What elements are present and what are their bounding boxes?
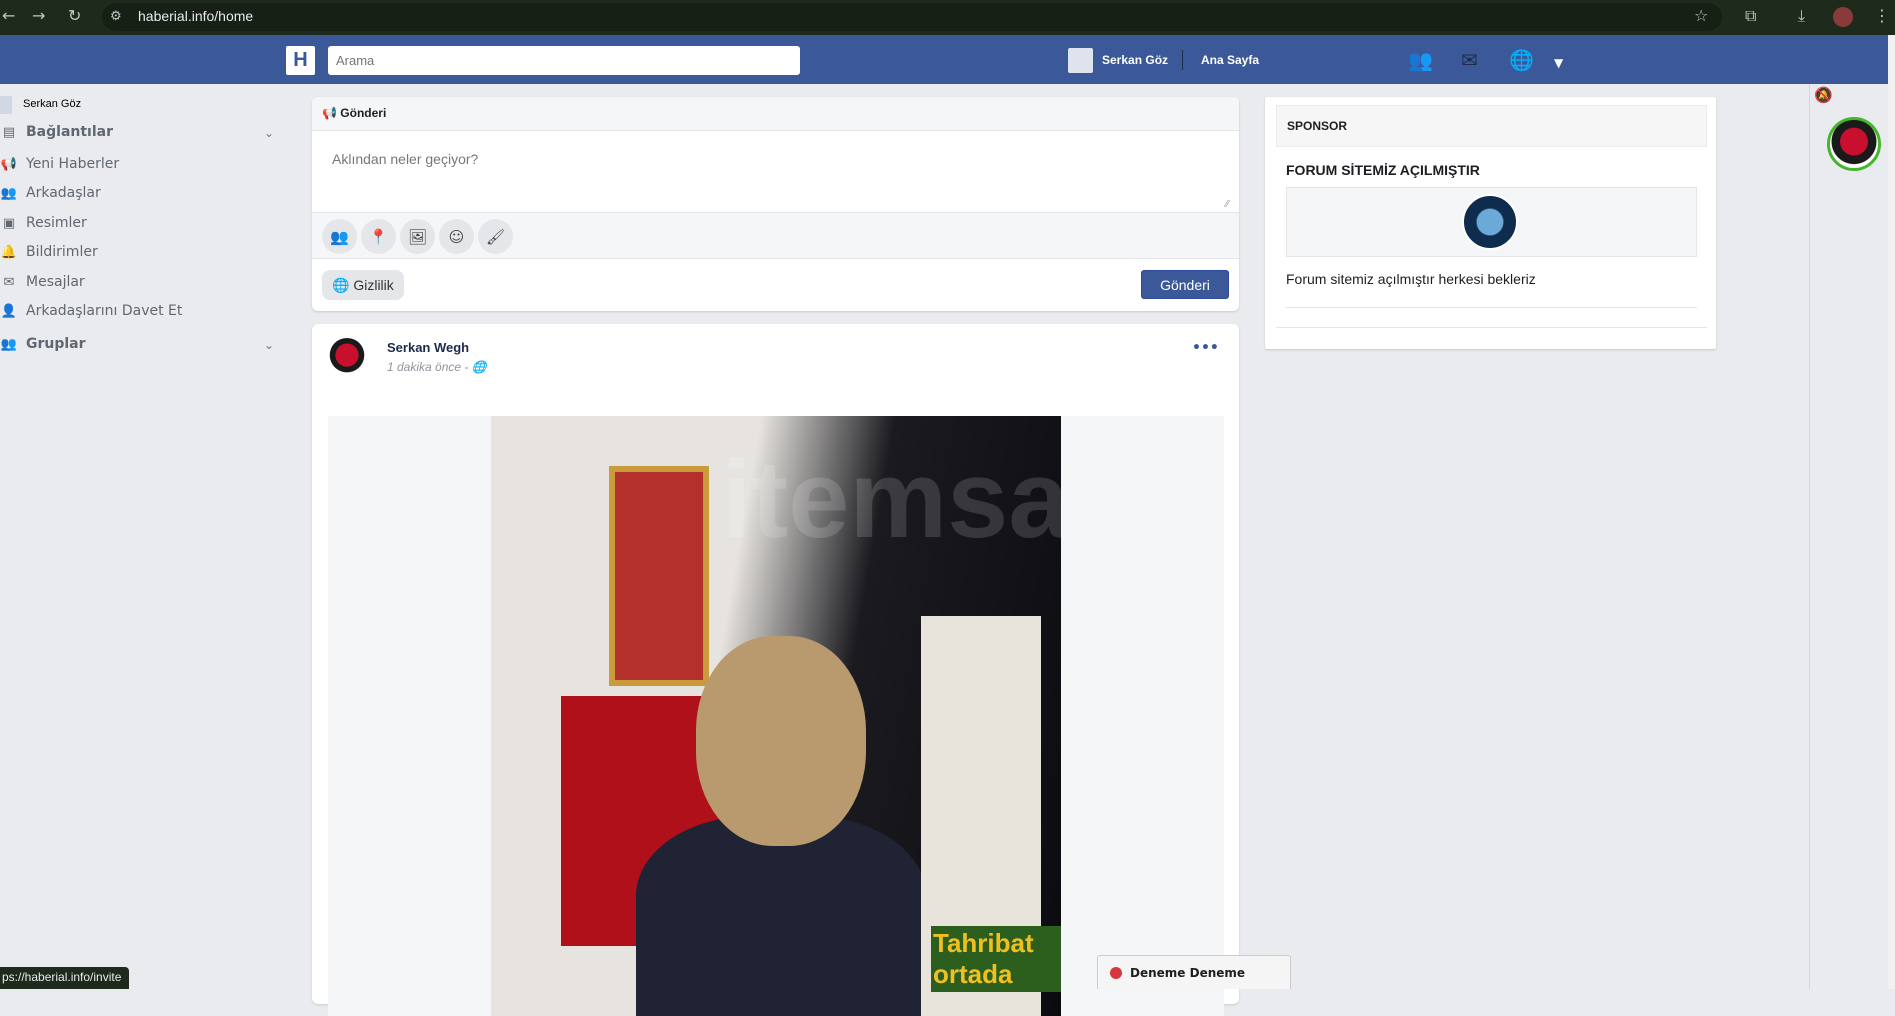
chat-name: Deneme Deneme [1130, 965, 1246, 980]
profile-avatar[interactable] [1833, 7, 1853, 27]
forward-icon[interactable]: → [32, 6, 45, 25]
item-label: Arkadaşlarını Davet Et [26, 303, 183, 319]
user-plus-icon: 👤 [0, 303, 18, 319]
megaphone-icon: 📢 [322, 106, 341, 120]
image-upload-icon[interactable]: 🖼 [400, 219, 435, 254]
sponsor-widget: SPONSOR FORUM SİTEMİZ AÇILMIŞTIR Forum s… [1265, 97, 1716, 349]
privacy-button[interactable]: 🌐 Gizlilik [322, 270, 404, 300]
item-label: Arkadaşlar [26, 185, 101, 201]
chat-sidebar [1809, 84, 1888, 989]
back-icon[interactable]: ← [2, 6, 15, 25]
image-icon: ▣ [2, 215, 16, 231]
sidebar-section-baglantilar[interactable]: ▤ Bağlantılar [0, 124, 113, 140]
section-label: Gruplar [26, 336, 86, 352]
paintbrush-icon[interactable]: 🖌 [478, 219, 513, 254]
menu-icon[interactable]: ⋮ [1874, 6, 1890, 25]
post-time: 1 dakika önce - 🌐 [387, 360, 487, 374]
extensions-icon[interactable]: ⧉ [1745, 6, 1756, 26]
megaphone-icon: 📢 [0, 156, 18, 172]
divider [1286, 307, 1697, 308]
sponsor-title[interactable]: FORUM SİTEMİZ AÇILMIŞTIR [1286, 162, 1480, 178]
link-status-bar: ps://haberial.info/invite [0, 967, 129, 989]
user-avatar[interactable] [1068, 48, 1093, 73]
users-icon: 👥 [0, 185, 18, 201]
site-settings-icon[interactable]: ⚙ [110, 8, 122, 24]
sidebar-section-gruplar[interactable]: 👥 Gruplar [0, 336, 86, 352]
framed-portrait [609, 466, 709, 686]
site-logo[interactable]: H [286, 46, 315, 75]
address-bar[interactable]: ⚙ haberial.info/home [102, 3, 1722, 31]
forum-logo [1462, 194, 1518, 250]
download-icon[interactable]: ⤓ [1798, 6, 1805, 26]
bust-head [696, 636, 866, 846]
url-text: haberial.info/home [138, 8, 254, 24]
divider [1276, 327, 1707, 328]
sidebar-item-resimler[interactable]: ▣ Resimler [0, 215, 87, 231]
bell-icon: 🔔 [0, 244, 18, 260]
sidebar-item-davet-et[interactable]: 👤 Arkadaşlarını Davet Et [0, 303, 183, 319]
bell-slash-icon[interactable]: 🔕 [1814, 86, 1833, 104]
post-image-container: Tahribat ortada itemsatis [328, 416, 1224, 1016]
chevron-down-icon[interactable]: ⌄ [264, 338, 274, 352]
divider [1182, 50, 1183, 70]
post-card: Serkan Wegh 1 dakika önce - 🌐 ••• Tahrib… [312, 324, 1239, 1016]
friend-requests-icon[interactable]: 👥 [1408, 48, 1433, 72]
composer-header: 📢 Gönderi [312, 97, 1239, 131]
site-header [0, 35, 1888, 84]
sponsor-image[interactable] [1286, 187, 1697, 257]
globe-icon: 🌐 [471, 360, 487, 374]
author-name[interactable]: Serkan Wegh [387, 340, 469, 355]
caret-down-icon[interactable]: ▼ [1554, 56, 1563, 70]
tag-friends-icon[interactable]: 👥 [322, 219, 357, 254]
sidebar-item-arkadaslar[interactable]: 👥 Arkadaşlar [0, 185, 101, 201]
sidebar-avatar [0, 96, 12, 114]
item-label: Bildirimler [26, 244, 98, 260]
post-composer: 📢 Gönderi Aklından neler geçiyor? ⁄⁄ 👥 📍 … [312, 97, 1239, 311]
envelope-icon: ✉ [3, 274, 15, 290]
sidebar-item-bildirimler[interactable]: 🔔 Bildirimler [0, 244, 98, 260]
item-label: Mesajlar [26, 274, 85, 290]
sponsor-text: Forum sitemiz açılmıştır herkesi bekleri… [1286, 271, 1536, 287]
location-pin-icon[interactable]: 📍 [361, 219, 396, 254]
online-friend-avatar[interactable] [1827, 117, 1881, 171]
watermark: itemsatis [721, 438, 1061, 561]
home-link[interactable]: Ana Sayfa [1201, 53, 1259, 67]
bookmark-star-icon[interactable]: ☆ [1694, 6, 1708, 25]
item-label: Resimler [26, 215, 87, 231]
post-textarea[interactable]: Aklından neler geçiyor? ⁄⁄ [312, 131, 1239, 213]
status-dot-icon [1110, 966, 1122, 979]
time-text[interactable]: 1 dakika önce - [387, 360, 468, 374]
textarea-placeholder: Aklından neler geçiyor? [332, 151, 479, 167]
sidebar-user-name[interactable]: Serkan Göz [23, 98, 81, 110]
chevron-down-icon[interactable]: ⌄ [264, 126, 274, 140]
chat-tab[interactable]: Deneme Deneme [1097, 955, 1291, 989]
sponsor-header: SPONSOR [1276, 105, 1707, 147]
privacy-label: Gizlilik [353, 277, 394, 293]
section-label: Bağlantılar [26, 124, 113, 140]
globe-icon: 🌐 [332, 277, 354, 293]
user-name-link[interactable]: Serkan Göz [1102, 53, 1168, 67]
browser-toolbar: ← → ↻ ⚙ haberial.info/home ☆ ⧉ ⤓ ⋮ [0, 0, 1895, 35]
sidebar-item-yeni-haberler[interactable]: 📢 Yeni Haberler [0, 156, 119, 172]
reload-icon[interactable]: ↻ [68, 6, 81, 25]
more-options-icon[interactable]: ••• [1192, 340, 1219, 356]
search-input[interactable] [328, 46, 800, 75]
emoji-icon[interactable]: ☺ [439, 219, 474, 254]
post-photo[interactable]: Tahribat ortada itemsatis [491, 416, 1061, 1016]
notifications-globe-icon[interactable]: 🌐 [1509, 48, 1534, 72]
composer-title: Gönderi [340, 106, 387, 120]
newspaper-icon: ▤ [2, 124, 16, 140]
resize-handle-icon[interactable]: ⁄⁄ [1226, 199, 1229, 210]
messages-icon[interactable]: ✉ [1461, 48, 1478, 72]
submit-post-button[interactable]: Gönderi [1141, 270, 1229, 299]
group-icon: 👥 [0, 336, 18, 352]
composer-tools: 👥 📍 🖼 ☺ 🖌 [312, 213, 1239, 259]
item-label: Yeni Haberler [26, 156, 120, 172]
bust-body [636, 816, 926, 1016]
sidebar-item-mesajlar[interactable]: ✉ Mesajlar [0, 274, 85, 290]
scrollbar[interactable] [1888, 35, 1895, 989]
author-avatar[interactable] [328, 338, 366, 376]
poster-text: Tahribat ortada [931, 926, 1061, 992]
